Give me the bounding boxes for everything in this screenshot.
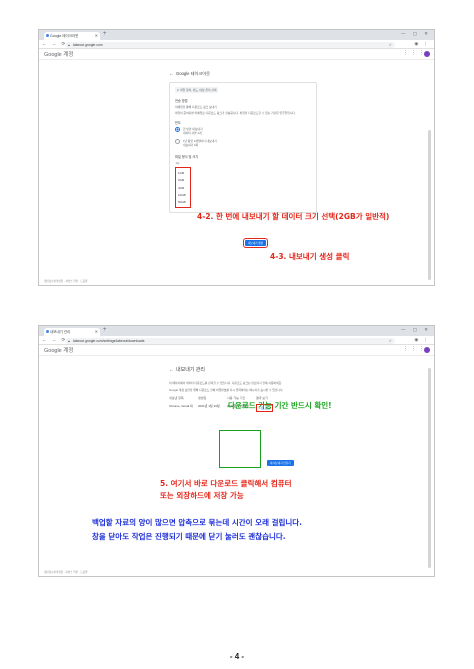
address-bar-row: ← → ⟳ 🔒︎ takeout.google.com/settings/tak… [39,336,434,345]
frequency-once-radio[interactable]: 한 번만 내보내기 데이터 사본 1개 [175,127,311,135]
nav-arrows-icon[interactable]: ← → ⟳ [42,337,67,343]
table-cell: Chrome, Gmail 외 [169,404,193,408]
google-favicon-icon [46,34,49,37]
delivery-desc: 파일이 준비되면 이메일로 다운로드 링크가 전송됩니다. 파일을 다운로드할 … [175,111,296,115]
size-option[interactable]: 2GB [178,177,186,184]
url-text: takeout.google.com [73,42,103,47]
annotation-availability: 다운로드 가능 기간 반드시 확인! [228,401,332,410]
column-header: 내보낸 항목 [169,396,184,400]
annotation-size-select: 4-2. 한 번에 내보내기 할 데이터 크기 선택(2GB가 일반적) [197,212,390,221]
annotation-download-line2: 또는 외장하드에 저장 가능 [160,491,244,500]
screenshot-takeout-settings: Google 테이크아웃 ✕ + — ▢ ✕ ← → ⟳ 🔒︎ takeout.… [38,29,435,286]
bookmark-star-icon[interactable]: ☆ [388,338,392,344]
close-tab-icon[interactable]: ✕ [95,32,98,40]
nav-arrows-icon[interactable]: ← → ⟳ [42,41,67,47]
close-tab-icon[interactable]: ✕ [95,328,98,336]
browser-tab-bar: Google 테이크아웃 ✕ + — ▢ ✕ [39,30,434,40]
annotation-note-line1: 백업할 자료의 양이 많으면 압축으로 묶는데 시간이 오래 걸립니다. [92,518,303,527]
window-controls-icon[interactable]: — ▢ ✕ [401,327,431,333]
bookmark-star-icon[interactable]: ☆ [388,42,392,48]
page-title-text: 내보내기 관리 [176,367,205,373]
size-option[interactable]: 4GB [178,185,186,192]
tab-title: 내보내기 관리 [50,330,71,334]
description: 이 페이지에서 데이터 다운로드를 관리할 수 있습니다. 다운로드 링크는 만… [169,381,283,385]
step-label: 2. 파일 형식, 빈도, 대상 폴더 선택 [175,87,219,93]
address-bar[interactable]: 🔒︎ takeout.google.com/settings/takeout/d… [65,337,395,344]
frequency-repeat-radio[interactable]: 1년 동안 2개월마다 내보내기 내보내기 6회 [175,139,311,147]
browser-tab-bar: 내보내기 관리 ✕ + — ▢ ✕ [39,326,434,336]
back-arrow-icon[interactable]: ← [169,71,174,77]
size-option[interactable]: 50GB [178,199,186,206]
annotation-download-line1: 5. 여기서 바로 다운로드 클릭해서 컴퓨터 [160,479,292,488]
main-content: ← Google 테이크아웃 2. 파일 형식, 빈도, 대상 폴더 선택 전송… [169,71,317,214]
frequency-once-desc: 데이터 사본 1개 [183,131,202,135]
google-account-logo[interactable]: Google 계정 [44,50,73,58]
browser-menu-icon[interactable]: ◉ ⋮ [414,337,430,343]
browser-tab[interactable]: 내보내기 관리 ✕ [44,328,100,336]
page-number: - 4 - [229,652,245,661]
scrollbar[interactable] [428,368,431,568]
back-arrow-icon[interactable]: ← [169,367,174,373]
delivery-title: 전송 방법 [175,99,188,103]
new-tab-icon[interactable]: + [103,31,107,37]
radio-unchecked-icon[interactable] [175,139,180,144]
size-option[interactable]: 10GB [178,192,186,199]
radio-checked-icon[interactable] [175,127,180,132]
footer-links[interactable]: 개인정보처리방침 · 서비스 약관 · 도움말 [44,279,88,283]
new-export-button[interactable]: 새 내보내기 만들기 [267,460,294,466]
size-option[interactable]: 1GB [178,170,186,177]
browser-tab[interactable]: Google 테이크아웃 ✕ [44,32,100,40]
google-account-logo[interactable]: Google 계정 [44,346,73,354]
new-tab-icon[interactable]: + [103,327,107,333]
google-favicon-icon [46,330,49,333]
lock-icon: 🔒︎ [68,42,70,47]
window-controls-icon[interactable]: — ▢ ✕ [401,31,431,37]
page-title-text: Google 테이크아웃 [176,71,210,76]
lock-icon: 🔒︎ [68,338,70,343]
browser-menu-icon[interactable]: ◉ ⋮ [414,41,430,47]
table-cell: 2021년 1월 19일 [198,404,220,408]
frequency-repeat-desc: 내보내기 6회 [183,143,199,147]
url-text: takeout.google.com/settings/takeout/down… [73,338,145,343]
address-bar[interactable]: 🔒︎ takeout.google.com ☆ [65,41,395,48]
app-header: Google 계정 ⋮⋮⋮ [39,345,434,356]
page-title: ← Google 테이크아웃 [169,71,317,77]
app-header: Google 계정 ⋮⋮⋮ [39,49,434,60]
frequency-title: 빈도 [175,121,181,125]
avatar[interactable] [424,51,430,57]
annotation-create-export: 4-3. 내보내기 생성 클릭 [270,252,350,261]
delivery-select[interactable]: 이메일을 통해 다운로드 링크 보내기 [175,105,311,109]
scrollbar[interactable] [428,130,431,280]
avatar[interactable] [424,347,430,353]
tab-title: Google 테이크아웃 [50,34,79,38]
column-header: 생성일 [198,396,207,400]
security-notice: Google 계정 보안을 위해 다운로드 전에 비밀번호를 다시 입력하라는 … [169,388,284,392]
filetype-title: 파일 형식 및 크기 [175,155,199,159]
footer-links[interactable]: 개인정보처리방침 · 서비스 약관 · 도움말 [44,570,88,574]
create-export-button[interactable]: 내보내기 생성 [242,237,269,249]
page-title: ← 내보내기 관리 [169,366,319,374]
address-bar-row: ← → ⟳ 🔒︎ takeout.google.com ☆ ◉ ⋮ [39,40,434,49]
takeout-options-card: 2. 파일 형식, 빈도, 대상 폴더 선택 전송 방법 이메일을 통해 다운로… [169,82,317,214]
size-dropdown-list[interactable]: 1GB 2GB 4GB 10GB 50GB [175,167,191,209]
availability-highlight-box [219,430,261,468]
annotation-note-line2: 창을 닫아도 작업은 진행되기 때문에 닫기 눌러도 괜찮습니다. [92,532,286,541]
filetype-select[interactable]: .zip [175,161,311,165]
